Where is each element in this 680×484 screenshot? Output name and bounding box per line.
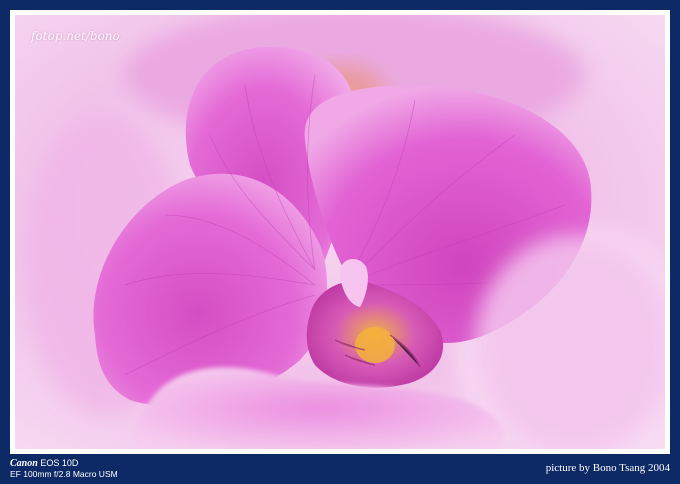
photo-frame: fotop.net/bono [10,10,670,454]
camera-brand: Canon [10,458,38,469]
camera-model: EOS 10D [40,458,79,468]
watermark-text: fotop.net/bono [31,29,120,43]
orchid-illustration [15,15,665,449]
lens-info: EF 100mm f/2.8 Macro USM [10,469,118,479]
camera-info: Canon EOS 10D EF 100mm f/2.8 Macro USM [10,458,118,480]
camera-line: Canon EOS 10D [10,458,118,469]
photo-credit: picture by Bono Tsang 2004 [545,462,670,474]
orchid-photo: fotop.net/bono [15,15,665,449]
